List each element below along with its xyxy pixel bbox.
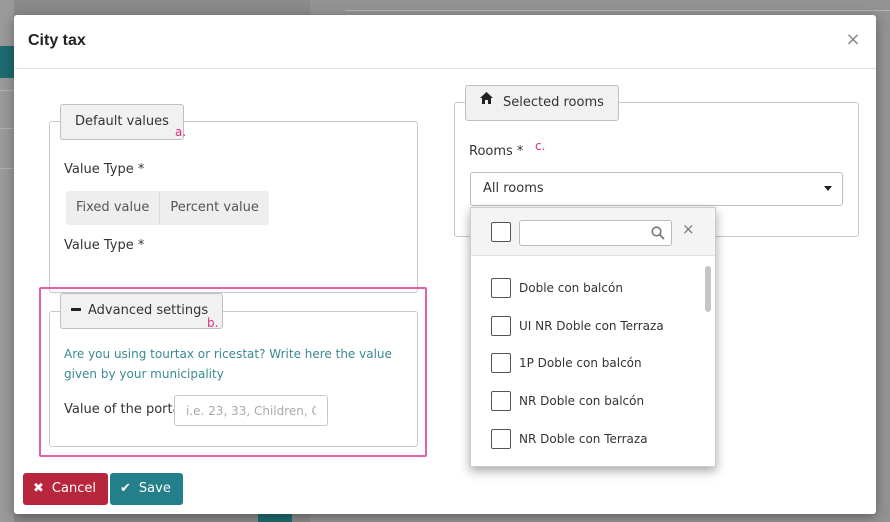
portal-value-label: Value of the portal — [64, 402, 185, 417]
dropdown-search-input[interactable] — [524, 222, 644, 244]
percent-value-option[interactable]: Percent value — [160, 191, 269, 225]
room-label: NR Doble con Terraza — [519, 432, 648, 446]
cancel-label: Cancel — [51, 481, 96, 496]
background-row — [0, 128, 14, 158]
room-label: UI NR Doble con Terraza — [519, 319, 664, 333]
room-checkbox[interactable] — [491, 429, 511, 449]
save-label: Save — [138, 481, 171, 496]
close-icon: ✖ — [33, 481, 44, 496]
annotation-a: a. — [175, 125, 187, 139]
caret-down-icon — [824, 186, 832, 191]
dropdown-header: × — [471, 208, 715, 256]
dialog-header: City tax × — [14, 15, 876, 69]
city-tax-dialog: City tax × Default values a. Value Type … — [14, 15, 876, 514]
advanced-help-text: Are you using tourtax or ricestat? Write… — [64, 347, 392, 381]
selected-rooms-label: Selected rooms — [503, 95, 604, 110]
selected-rooms-legend[interactable]: Selected rooms — [465, 85, 619, 121]
check-icon: ✔ — [120, 481, 131, 496]
save-button[interactable]: ✔ Save — [110, 473, 183, 505]
default-values-legend[interactable]: Default values — [60, 104, 184, 140]
background-row — [0, 168, 14, 198]
clear-search-icon[interactable]: × — [682, 220, 695, 238]
dropdown-scrollbar[interactable] — [703, 260, 713, 465]
search-icon — [651, 226, 665, 244]
rooms-dropdown: × Doble con balcón UI NR Doble con Terra… — [470, 207, 716, 467]
rooms-select-value: All rooms — [483, 181, 544, 196]
scrollbar-thumb[interactable] — [705, 266, 711, 312]
room-label: 1P Doble con balcón — [519, 356, 642, 370]
value-type-toggle: Fixed value Percent value — [66, 191, 269, 225]
room-checkbox[interactable] — [491, 316, 511, 336]
background-row — [0, 90, 14, 120]
rooms-label: Rooms * — [469, 144, 524, 159]
advanced-settings-label: Advanced settings — [88, 303, 209, 318]
cancel-button[interactable]: ✖ Cancel — [23, 473, 108, 505]
value-type-label: Value Type * — [64, 162, 145, 177]
room-label: NR Doble con balcón — [519, 394, 645, 408]
value-type-label-2: Value Type * — [64, 238, 145, 253]
room-checkbox[interactable] — [491, 391, 511, 411]
room-label: Doble con balcón — [519, 281, 623, 295]
portal-value-input[interactable] — [174, 395, 328, 426]
dialog-title: City tax — [28, 32, 86, 49]
advanced-settings-toggle[interactable]: Advanced settings — [60, 293, 224, 329]
room-checkbox[interactable] — [491, 278, 511, 298]
fixed-value-option[interactable]: Fixed value — [66, 191, 161, 225]
rooms-select[interactable]: All rooms — [470, 172, 843, 206]
annotation-c: c. — [535, 139, 546, 153]
select-all-checkbox[interactable] — [491, 222, 511, 242]
background-left-strip — [0, 0, 14, 522]
annotation-b: b. — [207, 316, 219, 330]
home-icon — [480, 84, 493, 118]
background-table-line — [345, 10, 890, 11]
dropdown-search-field[interactable] — [519, 220, 672, 246]
minus-icon — [71, 308, 81, 311]
background-teal-tab — [0, 46, 14, 78]
room-checkbox[interactable] — [491, 353, 511, 373]
close-icon[interactable]: × — [844, 31, 862, 49]
